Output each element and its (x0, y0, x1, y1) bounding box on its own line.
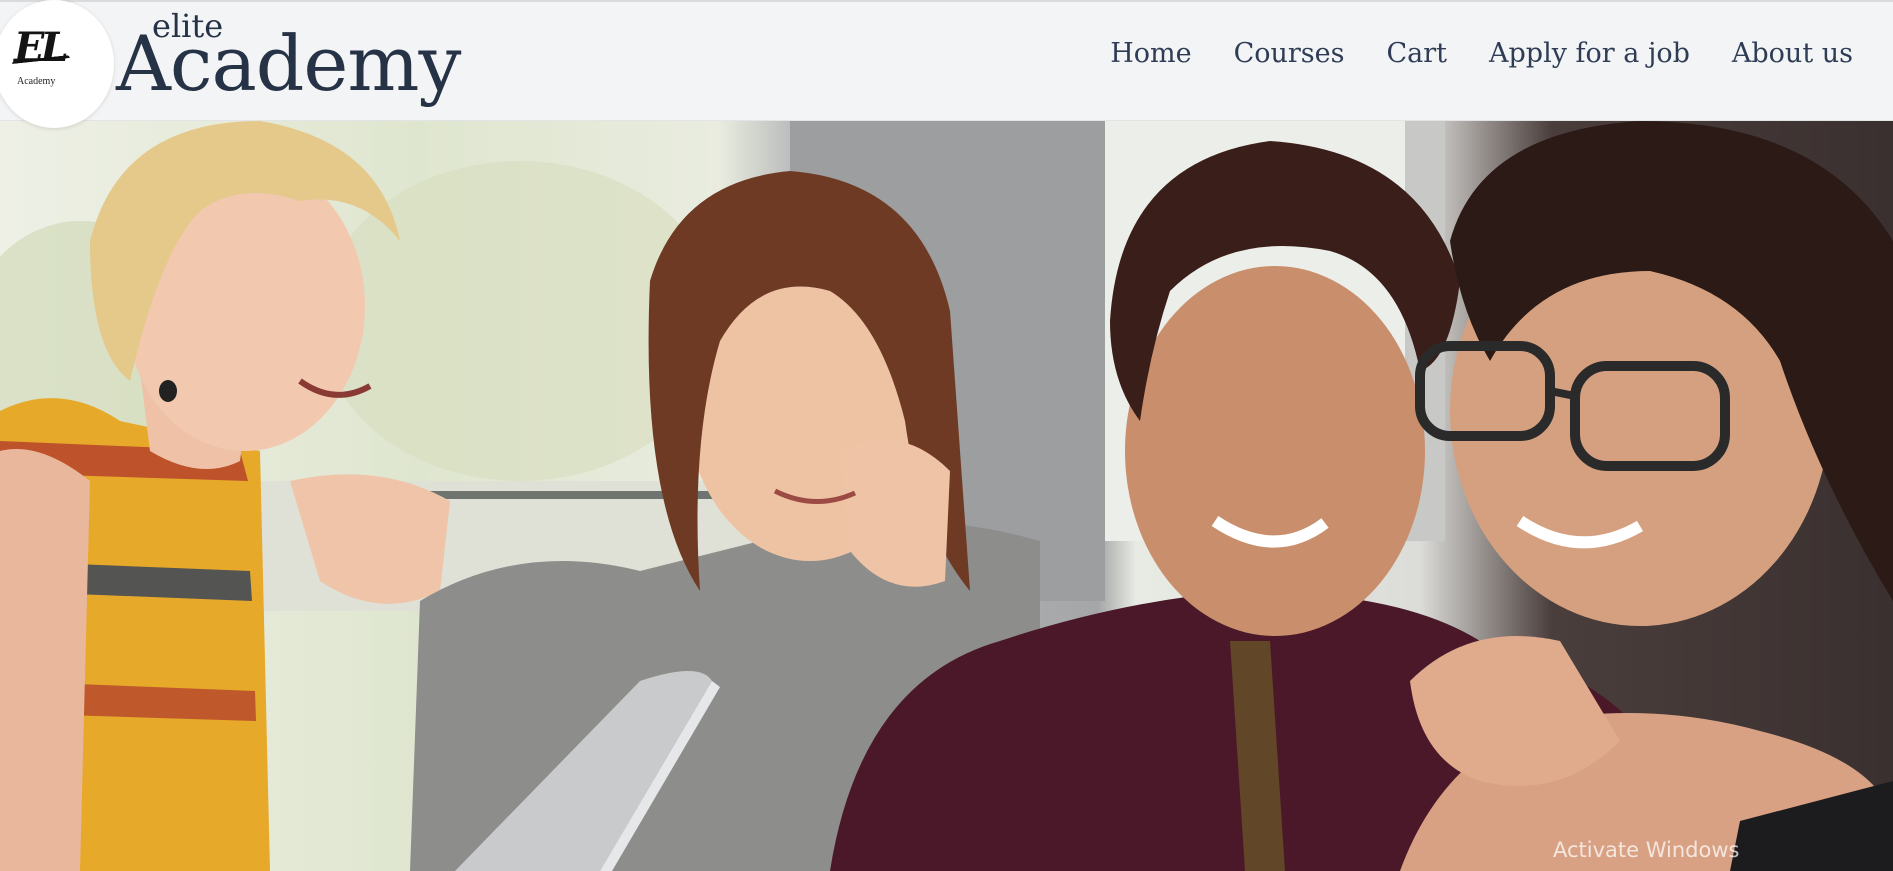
page: EL Academy elite Academy Home Courses Ca… (0, 0, 1893, 871)
navbar: EL Academy elite Academy Home Courses Ca… (0, 0, 1893, 128)
nav-link-apply-job[interactable]: Apply for a job (1489, 38, 1690, 69)
os-activation-watermark: Activate Windows (1553, 838, 1740, 862)
logo-mark-caption: Academy (17, 76, 56, 87)
nav-link-home[interactable]: Home (1110, 38, 1191, 69)
hero-photo-illustration (0, 121, 1893, 871)
nav-link-courses[interactable]: Courses (1234, 38, 1345, 69)
logo-badge[interactable]: EL Academy (0, 0, 114, 128)
nav-link-about-us[interactable]: About us (1732, 38, 1853, 69)
brand-name-large[interactable]: Academy (116, 16, 461, 112)
main-nav: Home Courses Cart Apply for a job About … (1068, 28, 1853, 78)
nav-link-cart[interactable]: Cart (1387, 38, 1448, 69)
hero-image (0, 121, 1893, 871)
